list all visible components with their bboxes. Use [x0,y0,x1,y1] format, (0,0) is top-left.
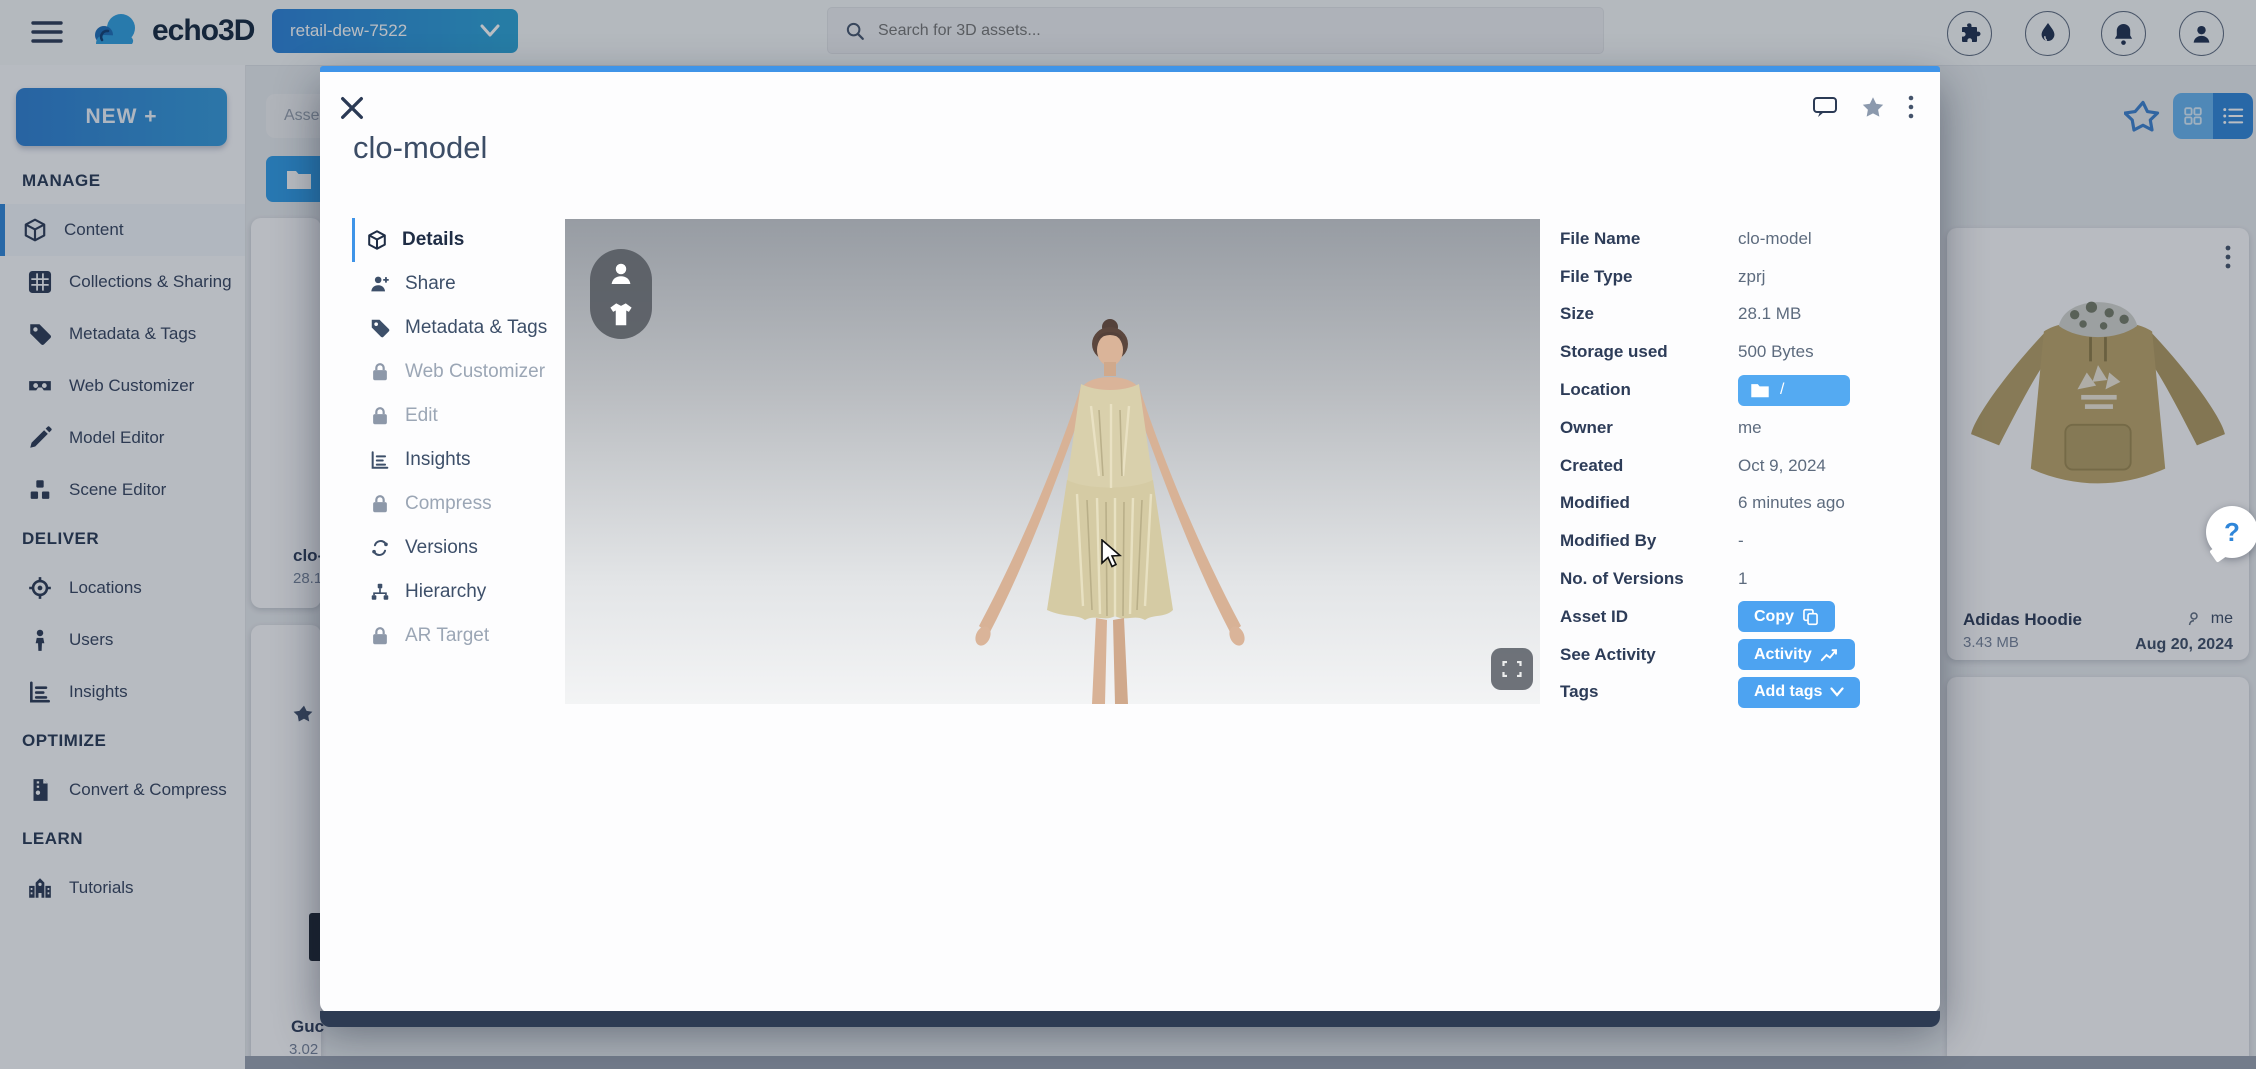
asset-details-panel: File Nameclo-model File Typezprj Size28.… [1560,220,1910,711]
detail-row-created: CreatedOct 9, 2024 [1560,447,1910,485]
user-plus-icon [369,273,391,295]
line-chart-icon [1820,647,1839,663]
tab-metadata-tags[interactable]: Metadata & Tags [352,306,572,350]
add-tags-label: Add tags [1754,683,1822,701]
activity-button[interactable]: Activity [1738,639,1855,670]
tab-label: Web Customizer [405,361,545,383]
detail-row-modified-by: Modified By- [1560,522,1910,560]
hierarchy-icon [369,581,391,603]
chart-icon [369,449,391,471]
model-viewer-canvas[interactable] [565,219,1540,704]
tab-label: Share [405,273,456,295]
tab-share[interactable]: Share [352,262,572,306]
tab-insights[interactable]: Insights [352,438,572,482]
tab-web-customizer-locked: Web Customizer [352,350,572,394]
tab-label: AR Target [405,625,489,647]
garment-view-icon[interactable] [606,299,636,329]
lock-icon [369,625,391,647]
tab-edit-locked: Edit [352,394,572,438]
tab-hierarchy[interactable]: Hierarchy [352,570,572,614]
detail-row-file-type: File Typezprj [1560,258,1910,296]
favorite-star-icon[interactable] [1860,95,1886,120]
close-icon[interactable] [338,94,366,122]
tag-icon [369,317,391,339]
location-button[interactable]: / [1738,375,1850,406]
mouse-cursor [1100,539,1122,569]
lock-icon [369,361,391,383]
cube-icon [366,229,388,251]
comment-icon[interactable] [1812,95,1838,119]
tab-label: Hierarchy [405,581,486,603]
location-path: / [1780,381,1784,399]
lock-icon [369,405,391,427]
tab-label: Compress [405,493,492,515]
tab-label: Details [402,229,464,251]
detail-row-see-activity: See Activity Activity [1560,636,1910,674]
modal-bottom-bar [320,1011,1940,1027]
modal-title: clo-model [353,130,487,166]
detail-row-versions: No. of Versions1 [1560,560,1910,598]
detail-row-storage-used: Storage used500 Bytes [1560,333,1910,371]
tab-label: Insights [405,449,470,471]
avatar-view-icon[interactable] [606,259,636,289]
app-screen: echo3D retail-dew-7522 NEW + MANAGE Cont… [0,0,2256,1069]
detail-row-file-name: File Nameclo-model [1560,220,1910,258]
question-mark-icon: ? [2224,517,2240,548]
tab-versions[interactable]: Versions [352,526,572,570]
add-tags-button[interactable]: Add tags [1738,677,1860,708]
tab-label: Edit [405,405,438,427]
lock-icon [369,493,391,515]
copy-asset-id-button[interactable]: Copy [1738,601,1835,632]
tab-label: Versions [405,537,478,559]
versions-icon [369,537,391,559]
help-button[interactable]: ? [2206,506,2256,558]
detail-row-size: Size28.1 MB [1560,296,1910,334]
avatar-3d-model [965,314,1255,704]
tab-compress-locked: Compress [352,482,572,526]
kebab-menu-icon[interactable] [1908,94,1914,120]
copy-label: Copy [1754,608,1794,626]
viewer-display-toggle [590,249,652,339]
copy-icon [1802,608,1819,626]
activity-label: Activity [1754,646,1812,664]
chevron-down-icon [1830,687,1844,697]
detail-row-asset-id: Asset ID Copy [1560,598,1910,636]
asset-details-modal: clo-model Details Share [320,66,1940,1013]
tab-details[interactable]: Details [352,218,572,262]
tab-ar-target-locked: AR Target [352,614,572,658]
detail-row-owner: Ownerme [1560,409,1910,447]
detail-row-location: Location / [1560,371,1910,409]
modal-nav: Details Share Metadata & Tags Web Custom… [352,218,572,658]
detail-row-tags: Tags Add tags [1560,674,1910,712]
fullscreen-icon[interactable] [1491,648,1533,690]
tab-label: Metadata & Tags [405,317,547,339]
folder-icon [1750,382,1770,398]
detail-row-modified: Modified6 minutes ago [1560,485,1910,523]
